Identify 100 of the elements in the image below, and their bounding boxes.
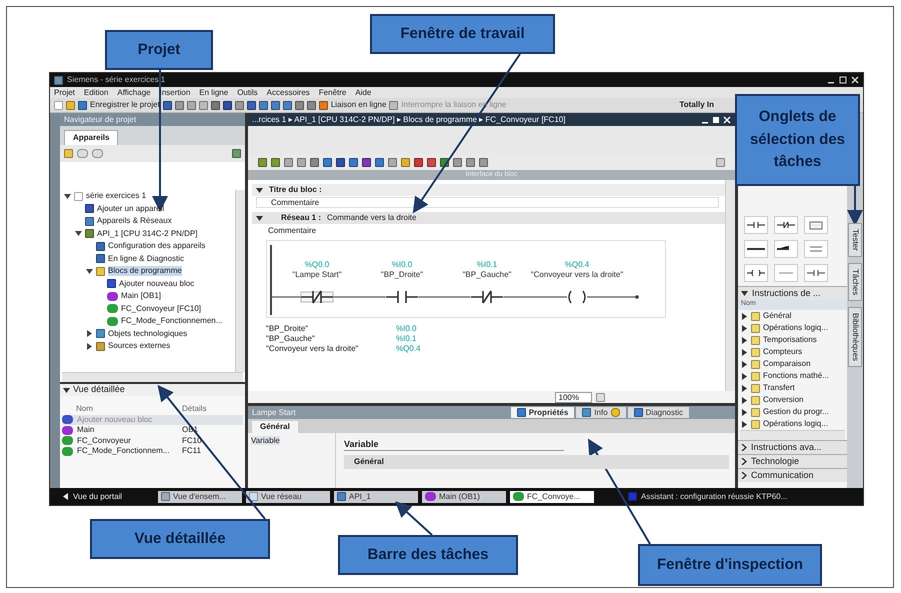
side-tab[interactable]: Bibliothèques <box>848 307 862 368</box>
app-icon <box>54 76 63 84</box>
tree-item[interactable]: FC_Mode_Fonctionnemen... <box>121 316 222 326</box>
tree-item[interactable]: Blocs de programme <box>108 266 182 276</box>
taskbar-item[interactable]: FC_Convoye... <box>510 490 594 502</box>
comment-field[interactable]: Commentaire <box>256 197 719 208</box>
instruction-category[interactable]: Compteurs <box>763 347 802 357</box>
horizontal-scrollbar[interactable] <box>62 372 243 382</box>
collapse-icon[interactable] <box>64 192 71 200</box>
collapse-icon[interactable] <box>63 386 70 394</box>
portal-view-button[interactable]: Vue du portail <box>54 492 154 502</box>
instruction-category[interactable]: Général <box>763 311 792 321</box>
callout-label: Fenêtre d'inspection <box>638 544 822 586</box>
ladder-symbol-icon <box>776 220 796 230</box>
collapse-icon[interactable] <box>741 290 748 297</box>
inspector-tab[interactable]: Propriétés <box>510 407 574 418</box>
tree-item[interactable]: FC_Convoyeur [FC10] <box>121 304 202 314</box>
menu-item[interactable]: Fenêtre <box>318 88 346 98</box>
favorite-instruction-button[interactable] <box>744 240 768 258</box>
tree-item[interactable]: Objets technologiques <box>108 328 188 339</box>
callout-arrow <box>395 501 433 536</box>
side-tab[interactable]: Tester <box>848 223 862 257</box>
go-online-button[interactable]: Liaison en ligne <box>330 100 386 110</box>
instruction-category[interactable]: Transfert <box>763 383 795 393</box>
favorite-instruction-button[interactable] <box>774 216 798 234</box>
detail-row[interactable]: FC_Mode_Fonctionnem... FC11 <box>62 446 243 456</box>
section-title: Vue détaillée <box>73 384 125 396</box>
instruction-category[interactable]: Conversion <box>763 395 804 405</box>
instruction-category[interactable]: Gestion du progr... <box>763 407 829 417</box>
tree-item[interactable]: Ajouter nouveau bloc <box>119 278 194 289</box>
operand-address: %I0.0 <box>392 260 412 269</box>
name-text: FC_Mode_Fonctionnem... <box>77 446 170 456</box>
favorite-instruction-button[interactable] <box>804 264 828 282</box>
collapse-icon[interactable] <box>86 268 93 275</box>
taskbar-item[interactable]: Main (OB1) <box>422 490 506 502</box>
menu-item[interactable]: Edition <box>84 88 108 98</box>
tree-item[interactable]: Configuration des appareils <box>108 241 206 252</box>
menu-item[interactable]: Aide <box>355 88 372 98</box>
name-text: Main <box>77 425 94 436</box>
tree-item[interactable]: Sources externes <box>108 341 170 352</box>
folder-icon <box>96 266 105 276</box>
maximize-icon[interactable] <box>839 76 847 84</box>
instruction-category[interactable]: Opérations logiq... <box>763 419 828 429</box>
close-icon[interactable] <box>851 76 859 84</box>
section-header[interactable]: Technologie <box>738 454 847 468</box>
favorite-instruction-button[interactable] <box>744 216 768 234</box>
inspector-title: Lampe Start <box>252 408 296 418</box>
side-tab[interactable]: Tâches <box>848 262 862 302</box>
instruction-category[interactable]: Opérations logiq... <box>763 323 828 333</box>
collapse-icon[interactable] <box>75 230 82 238</box>
tab[interactable]: Général <box>252 421 298 433</box>
inspector-tab[interactable]: Info <box>576 407 626 418</box>
instruction-category[interactable]: Fonctions mathé... <box>763 371 829 381</box>
menu-item[interactable]: Projet <box>54 88 75 98</box>
nav-item[interactable]: Variable <box>251 436 280 445</box>
instruction-category[interactable]: Comparaison <box>763 359 811 369</box>
detail-row[interactable]: FC_Convoyeur FC10 <box>62 436 243 446</box>
callout-label: Vue détaillée <box>90 519 270 559</box>
vertical-scrollbar[interactable] <box>725 180 735 391</box>
favorite-instruction-button[interactable] <box>744 264 768 282</box>
expand-icon[interactable] <box>86 342 93 350</box>
taskbar-item[interactable]: API_1 <box>334 490 418 502</box>
collapse-icon[interactable] <box>256 214 263 222</box>
tree-item[interactable]: Appareils & Réseaux <box>97 216 172 226</box>
tree-item[interactable]: série exercices 1 <box>86 191 146 202</box>
vertical-scrollbar[interactable] <box>235 190 245 372</box>
coil-symbol[interactable] <box>568 290 586 304</box>
expand-icon[interactable] <box>86 330 93 338</box>
section-header[interactable]: Communication <box>738 468 847 482</box>
favorite-instruction-button[interactable] <box>774 240 798 258</box>
taskbar-item[interactable]: Vue réseau <box>246 490 330 502</box>
section-title: Instructions ava... <box>751 442 822 454</box>
taskbar-item[interactable]: Vue d'ensem... <box>158 490 242 502</box>
tab[interactable]: Appareils <box>64 130 118 145</box>
operand-tag: "Lampe Start" <box>292 270 342 279</box>
tree-item[interactable]: En ligne & Diagnostic <box>108 254 184 264</box>
section-header[interactable]: Instructions ava... <box>738 440 847 454</box>
tree-item[interactable]: API_1 [CPU 314C-2 PN/DP] <box>97 228 198 239</box>
menu-item[interactable]: Accessoires <box>266 88 310 98</box>
section-title: Variable <box>344 439 564 452</box>
instruction-category[interactable]: Temporisations <box>763 335 817 345</box>
variable-name: "BP_Gauche" <box>266 334 316 344</box>
horizontal-scrollbar[interactable] <box>740 430 845 440</box>
section-header[interactable]: Instructions de ... <box>738 286 847 300</box>
callout-label: Fenêtre de travail <box>370 14 555 54</box>
maximize-icon[interactable] <box>712 116 720 124</box>
closed-contact-symbol[interactable] <box>300 290 334 304</box>
variable-address: %I0.1 <box>396 334 416 344</box>
collapse-icon[interactable] <box>256 186 263 194</box>
tree-item[interactable]: Main [OB1] <box>121 291 162 302</box>
operand-address: %Q0.0 <box>304 260 330 269</box>
comment-text: Commentaire <box>268 226 318 236</box>
inspector-tab[interactable]: Diagnostic <box>628 407 689 418</box>
menu-item[interactable]: Outils <box>237 88 258 98</box>
back-icon[interactable] <box>62 493 69 500</box>
menu-item[interactable]: Affichage <box>117 88 151 98</box>
dropdown-icon <box>596 392 605 402</box>
rung-end-dot <box>635 295 639 299</box>
zoom-field[interactable]: 100% <box>554 392 592 402</box>
menu-item[interactable]: En ligne <box>199 88 228 98</box>
